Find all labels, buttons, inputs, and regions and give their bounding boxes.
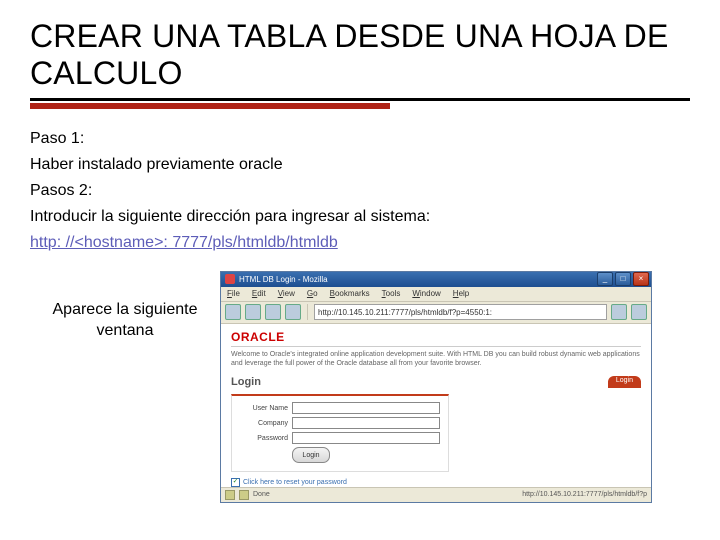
- back-icon[interactable]: [225, 304, 241, 320]
- menu-file[interactable]: File: [227, 289, 240, 298]
- toolbar-separator: [307, 304, 308, 320]
- address-bar[interactable]: http://10.145.10.211:7777/pls/htmldb/f?p…: [314, 304, 607, 320]
- input-company[interactable]: [292, 417, 440, 429]
- login-header: Login: [231, 376, 261, 388]
- row-company: Company: [240, 417, 440, 429]
- menu-tools[interactable]: Tools: [382, 289, 401, 298]
- login-header-row: Login Login: [231, 376, 641, 388]
- reload-icon[interactable]: [265, 304, 281, 320]
- print-icon[interactable]: [631, 304, 647, 320]
- check-icon: ✓: [231, 478, 240, 487]
- app-icon: [225, 274, 235, 284]
- forward-icon[interactable]: [245, 304, 261, 320]
- row-username: User Name: [240, 402, 440, 414]
- toolbar: http://10.145.10.211:7777/pls/htmldb/f?p…: [221, 302, 651, 324]
- menu-window[interactable]: Window: [412, 289, 440, 298]
- menu-edit[interactable]: Edit: [252, 289, 266, 298]
- title-underline: [30, 98, 690, 101]
- status-left-text: Done: [253, 491, 270, 498]
- tagline-text: Welcome to Oracle's integrated online ap…: [231, 346, 641, 368]
- menu-help[interactable]: Help: [453, 289, 469, 298]
- close-button[interactable]: ×: [633, 272, 649, 286]
- menu-bar: File Edit View Go Bookmarks Tools Window…: [221, 287, 651, 302]
- label-username: User Name: [240, 405, 292, 412]
- step1-desc: Haber instalado previamente oracle: [30, 153, 690, 177]
- label-password: Password: [240, 435, 292, 442]
- status-bar: Done http://10.145.10.211:7777/pls/htmld…: [221, 487, 651, 502]
- reset-password-link[interactable]: ✓ Click here to reset your password: [231, 478, 641, 487]
- page-content: ORACLE Welcome to Oracle's integrated on…: [221, 324, 651, 487]
- login-form: User Name Company Password Login: [231, 394, 449, 472]
- browser-window: HTML DB Login - Mozilla _ □ × File Edit …: [220, 271, 652, 503]
- status-right-text: http://10.145.10.211:7777/pls/htmldb/f?p: [522, 491, 647, 498]
- step2-desc: Introducir la siguiente dirección para i…: [30, 205, 690, 229]
- window-buttons: _ □ ×: [597, 272, 649, 286]
- login-url-link[interactable]: http: //<hostname>: 7777/pls/htmldb/html…: [30, 234, 338, 251]
- slide-title: CREAR UNA TABLA DESDE UNA HOJA DE CALCUL…: [30, 18, 690, 92]
- reset-password-text: Click here to reset your password: [243, 479, 347, 486]
- label-company: Company: [240, 420, 292, 427]
- login-button[interactable]: Login: [292, 447, 330, 463]
- stop-icon[interactable]: [285, 304, 301, 320]
- menu-bookmarks[interactable]: Bookmarks: [330, 289, 370, 298]
- status-icon: [225, 490, 235, 500]
- lower-row: Aparece la siguiente ventana HTML DB Log…: [30, 271, 690, 503]
- login-tab[interactable]: Login: [608, 376, 641, 388]
- menu-go[interactable]: Go: [307, 289, 318, 298]
- menu-view[interactable]: View: [278, 289, 295, 298]
- minimize-button[interactable]: _: [597, 272, 613, 286]
- step2-label: Pasos 2:: [30, 179, 690, 203]
- input-username[interactable]: [292, 402, 440, 414]
- oracle-logo: ORACLE: [231, 330, 641, 344]
- body-text: Paso 1: Haber instalado previamente orac…: [30, 127, 690, 255]
- address-text: http://10.145.10.211:7777/pls/htmldb/f?p…: [318, 308, 492, 317]
- window-titlebar: HTML DB Login - Mozilla _ □ ×: [221, 272, 651, 287]
- slide: CREAR UNA TABLA DESDE UNA HOJA DE CALCUL…: [0, 0, 720, 540]
- maximize-button[interactable]: □: [615, 272, 631, 286]
- row-password: Password: [240, 432, 440, 444]
- title-accent-bar: [30, 103, 390, 109]
- screenshot-caption: Aparece la siguiente ventana: [30, 271, 220, 503]
- search-icon[interactable]: [611, 304, 627, 320]
- window-title: HTML DB Login - Mozilla: [239, 275, 597, 284]
- input-password[interactable]: [292, 432, 440, 444]
- status-icon-2: [239, 490, 249, 500]
- step1-label: Paso 1:: [30, 127, 690, 151]
